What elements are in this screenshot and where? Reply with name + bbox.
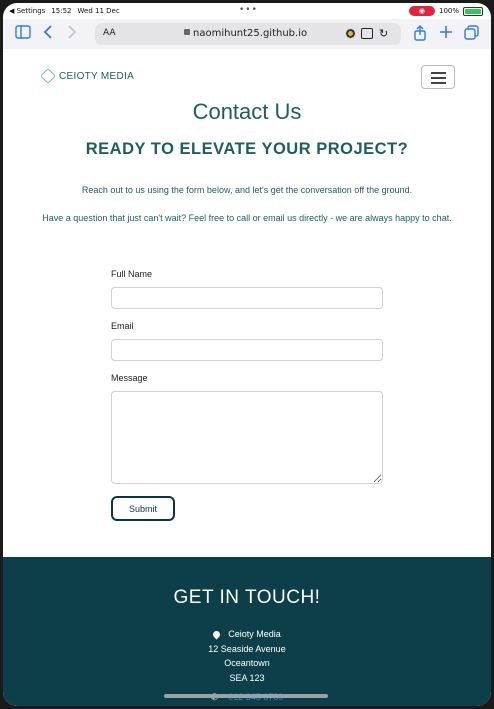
hamburger-bar [431,72,446,74]
address-line: 12 Seaside Avenue [208,643,286,654]
message-label: Message [111,373,148,383]
back-arrow-icon[interactable] [43,25,53,43]
status-time: 15:52 [51,7,72,15]
lock-icon [184,29,190,35]
email-input[interactable] [111,339,383,361]
multitask-dots-icon[interactable]: ••• [239,5,258,15]
message-textarea[interactable] [111,391,383,484]
intro-paragraph-call: Have a question that just can't wait? Fe… [42,213,452,223]
address-line: Oceantown [224,658,270,668]
menu-toggle-button[interactable] [421,65,455,89]
url-text[interactable]: naomihunt25.github.io [193,28,307,39]
battery-icon [463,6,483,16]
address-company: Ceioty Media [228,629,281,639]
page-subtitle: READY TO ELEVATE YOUR PROJECT? [85,140,409,158]
new-tab-icon[interactable] [439,25,453,43]
forward-arrow-icon[interactable] [67,25,77,43]
tabs-icon[interactable] [464,25,479,44]
address-line: SEA 123 [229,672,265,683]
reader-button[interactable]: AA [103,28,116,38]
email-label: Email [111,321,134,331]
footer-address: Ceioty Media 12 Seaside Avenue Oceantown… [3,627,491,685]
tablet-screen: ◀ Settings 15:52 Wed 11 Dec ••• ◉ 100% A… [3,3,491,706]
browser-toolbar: AA naomihunt25.github.io ↻ [3,19,491,49]
brand-name: CEIOTY MEDIA [59,70,135,82]
status-bar: ◀ Settings 15:52 Wed 11 Dec ••• ◉ 100% [3,3,491,19]
hamburger-bar [431,77,446,79]
footer-title: GET IN TOUCH! [173,587,321,608]
sidebar-icon[interactable] [15,25,31,43]
back-to-settings[interactable]: ◀ Settings [9,7,45,15]
hamburger-bar [431,82,446,84]
site-navbar: CEIOTY MEDIA [3,59,491,95]
submit-button[interactable]: Submit [111,496,175,521]
intro-paragraph: Reach out to us using the form below, an… [81,185,413,195]
page-title: Contact Us [192,99,302,124]
screen-record-icon: ◉ [408,6,435,16]
status-date: Wed 11 Dec [77,7,120,15]
logo-mark-icon [40,68,56,84]
site-footer: GET IN TOUCH! Ceioty Media 12 Seaside Av… [3,557,491,706]
share-icon[interactable] [413,25,427,45]
extension-icon[interactable] [345,28,356,39]
site-logo[interactable]: CEIOTY MEDIA [40,68,135,84]
reload-icon[interactable]: ↻ [379,27,388,40]
full-name-input[interactable] [111,287,383,309]
reader-mode-icon[interactable] [361,28,373,39]
address-bar[interactable]: AA naomihunt25.github.io ↻ [95,23,401,45]
map-pin-icon [211,629,222,640]
home-indicator[interactable] [164,694,328,698]
battery-percent: 100% [438,7,459,15]
full-name-label: Full Name [111,269,153,279]
